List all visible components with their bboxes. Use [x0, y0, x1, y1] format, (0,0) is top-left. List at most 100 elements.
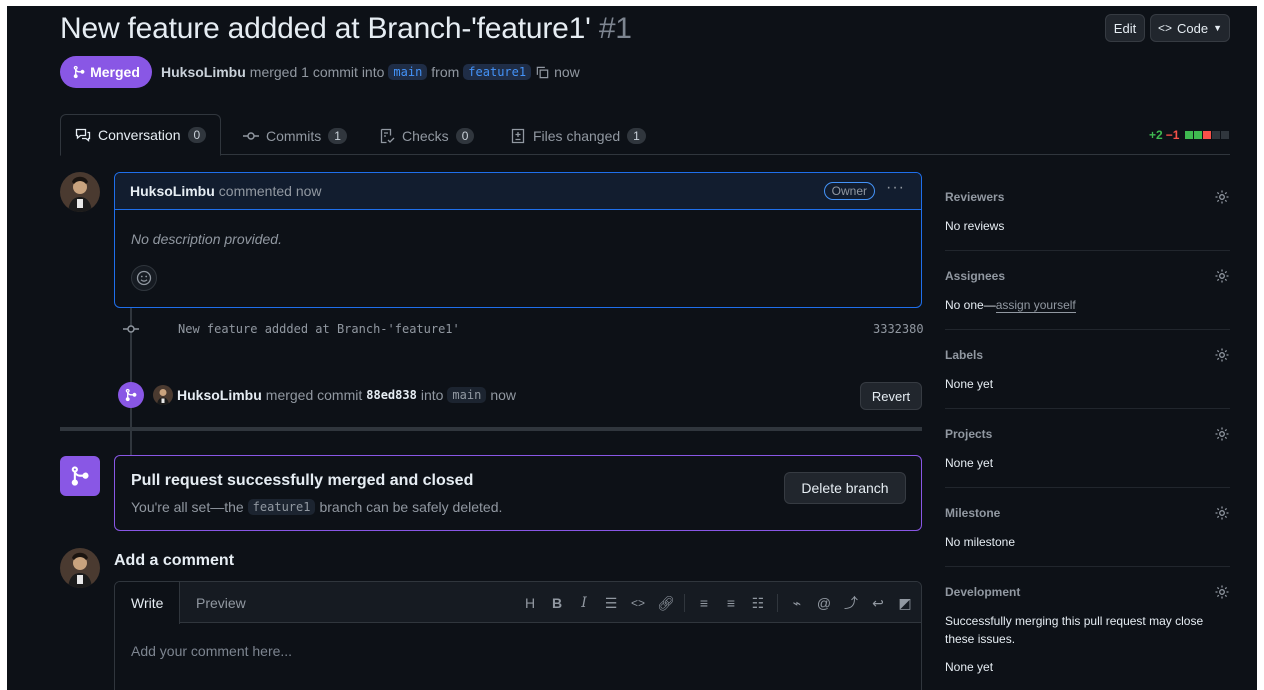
sidebar-projects: Projects None yet: [945, 427, 1230, 472]
toolbar-separator: [684, 594, 685, 612]
bold-icon[interactable]: B: [549, 595, 565, 611]
head-branch-pill[interactable]: feature1: [463, 64, 532, 80]
git-commit-icon: [243, 132, 259, 140]
commit-dot-icon: [123, 321, 139, 340]
sidebar-divider: [945, 487, 1230, 488]
tab-checks-count: 0: [455, 128, 475, 144]
assignees-value: No one—assign yourself: [945, 296, 1230, 314]
avatar[interactable]: [60, 548, 100, 588]
tab-conversation-count: 0: [187, 127, 207, 143]
author-link[interactable]: HuksoLimbu: [161, 64, 246, 80]
mention-icon[interactable]: @: [816, 595, 832, 611]
chevron-down-icon: ▼: [1213, 23, 1222, 33]
assignees-title: Assignees: [945, 269, 1006, 283]
task-list-icon[interactable]: ☷: [750, 595, 766, 612]
labels-title: Labels: [945, 348, 984, 362]
edit-button[interactable]: Edit: [1105, 14, 1145, 42]
assign-yourself-link[interactable]: assign yourself: [995, 298, 1076, 313]
tab-write[interactable]: Write: [115, 582, 181, 624]
tab-checks[interactable]: Checks 0: [379, 116, 475, 156]
copy-icon[interactable]: [535, 65, 550, 80]
diffstat-added: +2: [1149, 128, 1163, 142]
merge-summary-text: merged 1 commit into: [249, 64, 385, 80]
delete-branch-button[interactable]: Delete branch: [784, 472, 906, 504]
italic-icon[interactable]: I: [576, 595, 592, 611]
gear-icon[interactable]: [1214, 426, 1230, 442]
revert-button-label: Revert: [871, 388, 911, 404]
gear-icon[interactable]: [1214, 268, 1230, 284]
merged-branch-pill[interactable]: feature1: [247, 499, 316, 515]
kebab-menu-icon[interactable]: ···: [886, 179, 905, 197]
tab-files-changed-label: Files changed: [533, 128, 621, 144]
from-text: from: [431, 64, 460, 80]
pull-request-page: New feature addded at Branch-'feature1' …: [7, 6, 1257, 690]
projects-title: Projects: [945, 427, 993, 441]
code-icon: <>: [1157, 21, 1172, 35]
toolbar-separator: [777, 594, 778, 612]
comment-action: commented now: [218, 183, 322, 199]
git-merge-icon: [71, 466, 89, 486]
sidebar-labels: Labels None yet: [945, 348, 1230, 393]
tab-checks-label: Checks: [402, 128, 449, 144]
gear-icon[interactable]: [1214, 189, 1230, 205]
quote-icon[interactable]: ☰: [603, 595, 619, 612]
heading-icon[interactable]: H: [522, 595, 538, 611]
merged-sub-after: branch can be safely deleted.: [319, 499, 503, 515]
merged-status-title: Pull request successfully merged and clo…: [131, 472, 474, 489]
avatar[interactable]: [153, 385, 173, 405]
merge-commit-link[interactable]: 88ed838: [366, 388, 417, 402]
development-title: Development: [945, 585, 1021, 599]
unordered-list-icon[interactable]: ≡: [723, 595, 739, 611]
sidebar-divider: [945, 408, 1230, 409]
add-reaction-button[interactable]: [131, 265, 157, 291]
tab-preview[interactable]: Preview: [196, 582, 246, 623]
owner-badge: Owner: [823, 182, 875, 200]
comment-editor: Write Preview H B I ☰ <> 🔗︎ ≡ ≡ ☷ ⌁ @ ⤴ …: [114, 581, 922, 690]
base-branch-pill[interactable]: main: [388, 64, 428, 80]
paperclip-icon[interactable]: ⌁: [789, 595, 805, 612]
sidebar-divider: [945, 329, 1230, 330]
edit-button-label: Edit: [1113, 20, 1137, 36]
merge-event-text: merged commit: [265, 387, 363, 403]
commit-sha-link[interactable]: 3332380: [873, 322, 924, 336]
merged-status-box: Pull request successfully merged and clo…: [114, 455, 922, 531]
ordered-list-icon[interactable]: ≡: [696, 595, 712, 611]
code-icon[interactable]: <>: [630, 596, 646, 610]
link-icon[interactable]: 🔗︎: [657, 595, 675, 612]
revert-button[interactable]: Revert: [860, 382, 922, 410]
merge-branch-pill[interactable]: main: [447, 387, 487, 403]
git-merge-icon: [73, 65, 85, 79]
merge-into-text: into: [420, 387, 444, 403]
gear-icon[interactable]: [1214, 584, 1230, 600]
editor-header: Write Preview H B I ☰ <> 🔗︎ ≡ ≡ ☷ ⌁ @ ⤴ …: [115, 582, 921, 624]
git-merge-icon: [125, 388, 137, 402]
pr-number: #1: [598, 12, 632, 45]
development-none: None yet: [945, 660, 994, 674]
merged-sub-before: You're all set—the: [131, 499, 244, 515]
comment-input[interactable]: Add your comment here...: [131, 643, 292, 659]
merge-event-author[interactable]: HuksoLimbu: [177, 387, 262, 403]
merged-status-subtitle: You're all set—the feature1 branch can b…: [131, 499, 502, 515]
reply-icon[interactable]: ↩: [870, 595, 886, 612]
gear-icon[interactable]: [1214, 347, 1230, 363]
commit-message-link[interactable]: New feature addded at Branch-'feature1': [178, 322, 460, 336]
tab-commits[interactable]: Commits 1: [243, 116, 347, 156]
fullscreen-icon[interactable]: ◩: [897, 595, 913, 612]
comment-header: HuksoLimbu commented now Owner ···: [115, 173, 921, 210]
gear-icon[interactable]: [1214, 505, 1230, 521]
development-value: Successfully merging this pull request m…: [945, 614, 1204, 646]
sidebar-divider: [945, 250, 1230, 251]
avatar[interactable]: [60, 172, 100, 212]
tab-conversation-label: Conversation: [98, 127, 181, 143]
cross-reference-icon[interactable]: ⤴: [843, 593, 859, 613]
projects-value: None yet: [945, 456, 994, 470]
merge-event: HuksoLimbu merged commit 88ed838 into ma…: [153, 385, 516, 405]
diffstat-removed: −1: [1165, 128, 1180, 142]
code-button[interactable]: <> Code ▼: [1150, 14, 1230, 42]
tab-conversation[interactable]: Conversation 0: [60, 114, 222, 156]
page-title: New feature addded at Branch-'feature1' …: [60, 12, 632, 46]
tab-files-changed[interactable]: Files changed 1: [510, 116, 646, 156]
comment-author[interactable]: HuksoLimbu: [130, 183, 215, 199]
sidebar-milestone: Milestone No milestone: [945, 506, 1230, 551]
milestone-value: No milestone: [945, 535, 1016, 549]
